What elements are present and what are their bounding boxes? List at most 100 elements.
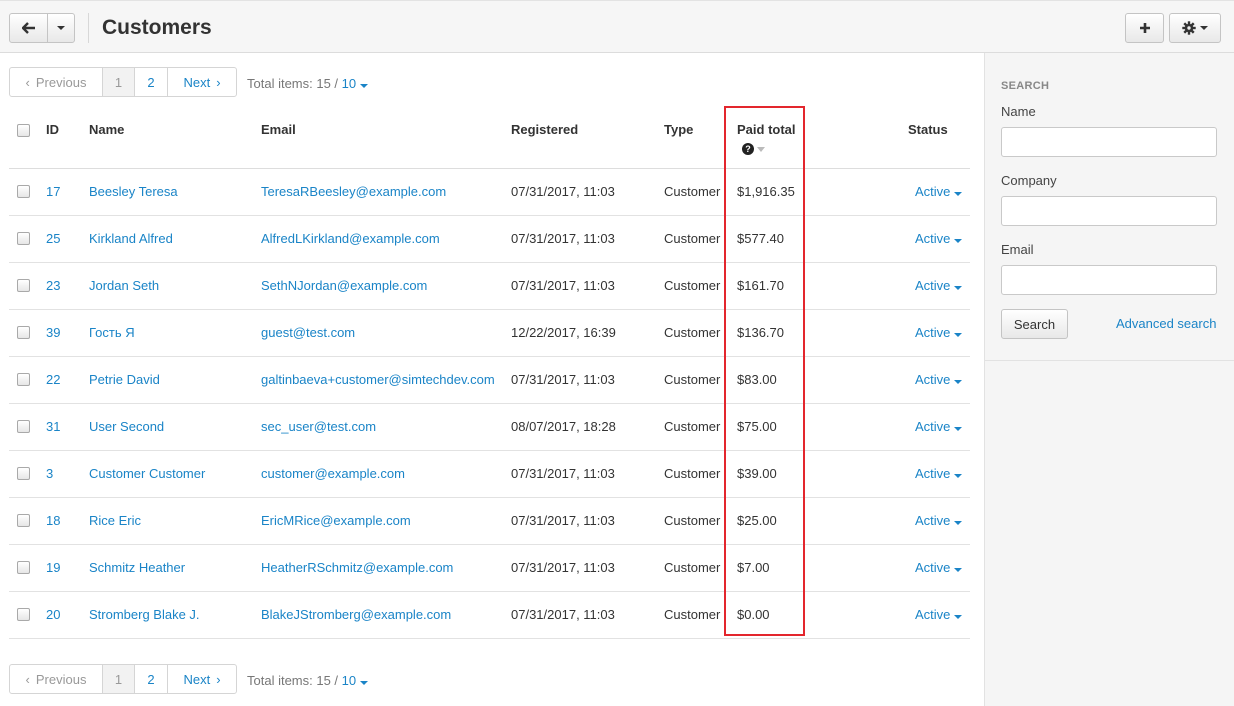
customer-name-link[interactable]: User Second — [89, 419, 164, 434]
column-name[interactable]: Name — [89, 122, 124, 137]
search-sidebar: SEARCH Name Company Email Search Advance… — [984, 53, 1234, 706]
status-dropdown[interactable]: Active — [915, 278, 963, 293]
status-dropdown[interactable]: Active — [915, 466, 963, 481]
per-page-dropdown[interactable]: 10 — [342, 673, 369, 688]
add-customer-button[interactable] — [1125, 13, 1164, 43]
customer-email-link[interactable]: HeatherRSchmitz@example.com — [261, 560, 453, 575]
row-checkbox[interactable] — [17, 326, 30, 339]
customer-id-link[interactable]: 22 — [46, 372, 60, 387]
status-dropdown[interactable]: Active — [915, 513, 963, 528]
customer-name-link[interactable]: Beesley Teresa — [89, 184, 178, 199]
question-circle-icon[interactable]: ? — [742, 143, 754, 155]
status-dropdown[interactable]: Active — [915, 372, 963, 387]
column-type[interactable]: Type — [664, 122, 693, 137]
column-paid-total[interactable]: Paid total — [737, 122, 796, 137]
customer-type: Customer — [664, 607, 721, 622]
page-2-button[interactable]: 2 — [135, 68, 168, 96]
customer-id-link[interactable]: 17 — [46, 184, 60, 199]
chevron-down-icon — [1200, 26, 1208, 30]
settings-button[interactable] — [1169, 13, 1221, 43]
customer-type: Customer — [664, 184, 721, 199]
customer-name-link[interactable]: Jordan Seth — [89, 278, 159, 293]
row-checkbox[interactable] — [17, 514, 30, 527]
status-label: Active — [915, 607, 951, 622]
page-1-button[interactable]: 1 — [103, 68, 135, 96]
customer-id-link[interactable]: 20 — [46, 607, 60, 622]
customer-id-link[interactable]: 31 — [46, 419, 60, 434]
customer-email-link[interactable]: galtinbaeva+customer@simtechdev.com — [261, 372, 495, 387]
name-input[interactable] — [1001, 127, 1217, 157]
total-items-top: Total items: 15 / 10 — [247, 76, 369, 91]
customer-email-link[interactable]: BlakeJStromberg@example.com — [261, 607, 451, 622]
column-status[interactable]: Status — [908, 122, 948, 137]
row-checkbox[interactable] — [17, 373, 30, 386]
company-input[interactable] — [1001, 196, 1217, 226]
registered-date: 07/31/2017, 11:03 — [511, 372, 615, 387]
customer-name-link[interactable]: Customer Customer — [89, 466, 205, 481]
top-toolbar: Customers — [0, 0, 1234, 53]
registered-date: 07/31/2017, 11:03 — [511, 560, 615, 575]
customer-id-link[interactable]: 23 — [46, 278, 60, 293]
sort-down-icon[interactable] — [757, 147, 765, 152]
row-checkbox[interactable] — [17, 279, 30, 292]
customer-name-link[interactable]: Гость Я — [89, 325, 135, 340]
customer-id-link[interactable]: 39 — [46, 325, 60, 340]
status-label: Active — [915, 231, 951, 246]
page-2-button[interactable]: 2 — [135, 665, 168, 693]
chevron-down-icon — [954, 239, 963, 243]
customer-email-link[interactable]: customer@example.com — [261, 466, 405, 481]
customer-email-link[interactable]: guest@test.com — [261, 325, 355, 340]
customer-type: Customer — [664, 372, 721, 387]
status-dropdown[interactable]: Active — [915, 560, 963, 575]
row-checkbox[interactable] — [17, 608, 30, 621]
page-1-button[interactable]: 1 — [103, 665, 135, 693]
customer-id-link[interactable]: 18 — [46, 513, 60, 528]
customer-email-link[interactable]: AlfredLKirkland@example.com — [261, 231, 440, 246]
chevron-down-icon — [954, 521, 963, 525]
customer-email-link[interactable]: TeresaRBeesley@example.com — [261, 184, 446, 199]
total-items-bottom: Total items: 15 / 10 — [247, 673, 369, 688]
previous-page-button[interactable]: ‹ Previous — [10, 68, 103, 96]
status-dropdown[interactable]: Active — [915, 325, 963, 340]
row-checkbox[interactable] — [17, 561, 30, 574]
per-page-value: 10 — [341, 76, 357, 91]
customer-email-link[interactable]: SethNJordan@example.com — [261, 278, 427, 293]
next-page-button[interactable]: Next › — [168, 665, 236, 693]
customer-id-link[interactable]: 19 — [46, 560, 60, 575]
column-email[interactable]: Email — [261, 122, 296, 137]
customer-name-link[interactable]: Rice Eric — [89, 513, 141, 528]
row-checkbox[interactable] — [17, 420, 30, 433]
status-dropdown[interactable]: Active — [915, 607, 963, 622]
customer-name-link[interactable]: Kirkland Alfred — [89, 231, 173, 246]
status-dropdown[interactable]: Active — [915, 419, 963, 434]
row-checkbox[interactable] — [17, 232, 30, 245]
per-page-dropdown[interactable]: 10 — [341, 76, 369, 91]
divider — [88, 13, 89, 43]
row-checkbox[interactable] — [17, 185, 30, 198]
customer-id-link[interactable]: 25 — [46, 231, 60, 246]
row-checkbox[interactable] — [17, 467, 30, 480]
email-label: Email — [1001, 242, 1034, 257]
select-all-checkbox[interactable] — [17, 124, 30, 137]
column-id[interactable]: ID — [46, 122, 59, 137]
back-button[interactable] — [9, 13, 48, 43]
column-registered[interactable]: Registered — [511, 122, 578, 137]
email-input[interactable] — [1001, 265, 1217, 295]
advanced-search-link[interactable]: Advanced search — [1116, 316, 1216, 331]
next-page-button[interactable]: Next › — [168, 68, 236, 96]
customer-name-link[interactable]: Schmitz Heather — [89, 560, 185, 575]
chevron-left-icon: ‹ — [25, 671, 30, 687]
search-button[interactable]: Search — [1001, 309, 1068, 339]
next-label: Next — [183, 671, 211, 687]
previous-page-button[interactable]: ‹ Previous — [10, 665, 103, 693]
back-menu-button[interactable] — [47, 13, 75, 43]
status-dropdown[interactable]: Active — [915, 184, 963, 199]
status-label: Active — [915, 466, 951, 481]
customer-name-link[interactable]: Stromberg Blake J. — [89, 607, 200, 622]
customer-name-link[interactable]: Petrie David — [89, 372, 160, 387]
chevron-down-icon — [954, 568, 963, 572]
customer-email-link[interactable]: EricMRice@example.com — [261, 513, 411, 528]
customer-id-link[interactable]: 3 — [46, 466, 53, 481]
customer-email-link[interactable]: sec_user@test.com — [261, 419, 376, 434]
status-dropdown[interactable]: Active — [915, 231, 963, 246]
